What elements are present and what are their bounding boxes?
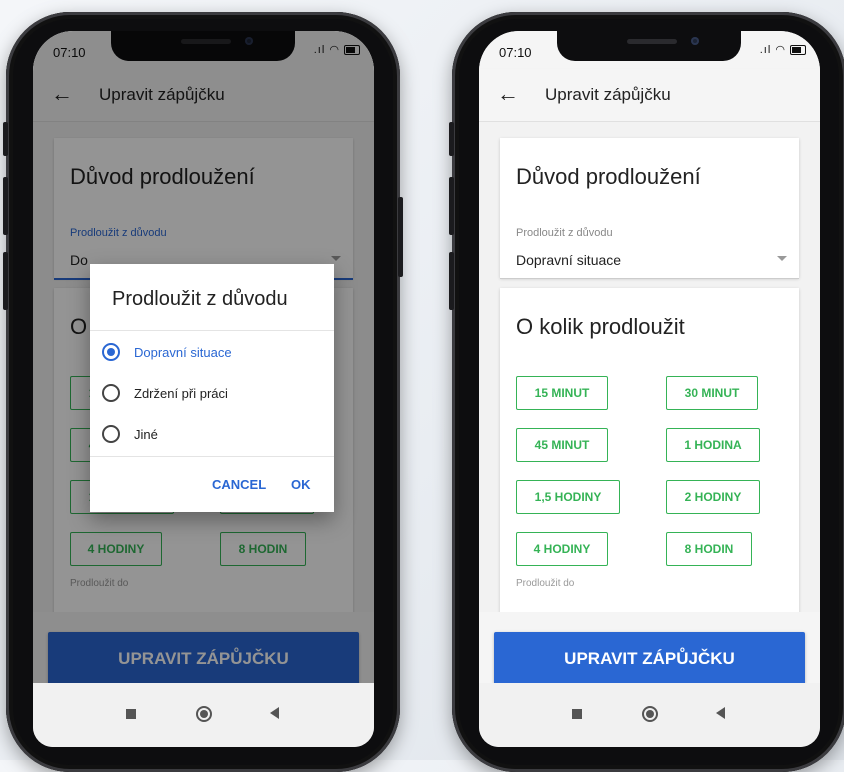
dropdown-arrow-icon[interactable] (777, 256, 787, 261)
status-time: 07:10 (499, 45, 532, 60)
recent-apps-icon[interactable] (126, 709, 136, 719)
phone-side-button (3, 177, 8, 235)
phone-power-button (398, 197, 403, 277)
option-8-hodin[interactable]: 8 HODIN (666, 532, 752, 566)
app-bar: ← Upravit zápůjčku (479, 69, 820, 122)
update-loan-button[interactable]: UPRAVIT ZÁPŮJČKU (494, 632, 805, 685)
notch (557, 31, 741, 61)
reason-field-value[interactable]: Dopravní situace (516, 252, 621, 268)
screen-right: 07:10 .ıl ◠ ← Upravit zápůjčku Důvod pro… (479, 31, 820, 747)
extend-below-label: Prodloužit do (516, 578, 575, 589)
option-1-5-hodiny[interactable]: 1,5 HODINY (516, 480, 620, 514)
dialog-divider (90, 330, 334, 331)
phone-right: 07:10 .ıl ◠ ← Upravit zápůjčku Důvod pro… (449, 12, 844, 772)
option-2-hodiny[interactable]: 2 HODINY (666, 480, 760, 514)
phone-side-button (3, 252, 8, 310)
dialog-title: Prodloužit z důvodu (112, 288, 288, 310)
bottom-action-bar: UPRAVIT ZÁPŮJČKU (479, 612, 820, 685)
dialog-option-row[interactable]: Jiné (102, 420, 158, 448)
wifi-icon: ◠ (775, 44, 786, 56)
radio-unselected-icon[interactable] (102, 384, 120, 402)
extend-card: O kolik prodloužit 15 MINUT 30 MINUT 45 … (500, 288, 799, 612)
phone-left: 07:10 .ıl ◠ ← Upravit zápůjčku Důvod pro… (3, 12, 403, 772)
phone-side-button (449, 177, 454, 235)
phone-side-button (449, 122, 454, 156)
dialog-option-row[interactable]: Dopravní situace (102, 338, 232, 366)
phone-side-button (449, 252, 454, 310)
reason-card-title: Důvod prodloužení (516, 164, 701, 189)
dialog-option-label: Zdržení při práci (134, 385, 228, 401)
recent-apps-icon[interactable] (572, 709, 582, 719)
dialog-ok-button[interactable]: OK (291, 477, 311, 492)
system-nav-bar (479, 683, 820, 747)
system-nav-bar (33, 683, 374, 747)
home-icon[interactable] (196, 706, 212, 722)
battery-icon (790, 45, 806, 56)
reason-dialog: Prodloužit z důvodu Dopravní situace Zdr… (90, 264, 334, 512)
screen-left: 07:10 .ıl ◠ ← Upravit zápůjčku Důvod pro… (33, 31, 374, 747)
radio-selected-icon[interactable] (102, 343, 120, 361)
phone-side-button (3, 122, 8, 156)
extend-card-title: O kolik prodloužit (516, 314, 685, 339)
dialog-cancel-button[interactable]: CANCEL (212, 477, 266, 492)
home-icon[interactable] (642, 706, 658, 722)
option-45-minut[interactable]: 45 MINUT (516, 428, 608, 462)
radio-unselected-icon[interactable] (102, 425, 120, 443)
reason-field-underline (500, 278, 799, 279)
speaker (627, 39, 677, 44)
dialog-option-label: Jiné (134, 426, 158, 442)
reason-card: Důvod prodloužení Prodloužit z důvodu Do… (500, 138, 799, 279)
option-30-minut[interactable]: 30 MINUT (666, 376, 758, 410)
nav-back-icon[interactable] (270, 707, 279, 719)
reason-field-label: Prodloužit z důvodu (516, 227, 613, 239)
camera (691, 37, 699, 45)
page-title: Upravit zápůjčku (545, 85, 671, 104)
option-15-minut[interactable]: 15 MINUT (516, 376, 608, 410)
option-1-hodina[interactable]: 1 HODINA (666, 428, 760, 462)
signal-icon: .ıl (759, 44, 772, 56)
dialog-option-label: Dopravní situace (134, 344, 232, 360)
back-arrow-icon[interactable]: ← (497, 81, 519, 107)
dialog-option-row[interactable]: Zdržení při práci (102, 379, 228, 407)
status-icons: .ıl ◠ (760, 43, 806, 56)
content-area: Důvod prodloužení Prodloužit z důvodu Do… (479, 122, 820, 612)
nav-back-icon[interactable] (716, 707, 725, 719)
dialog-divider (90, 456, 334, 457)
option-4-hodiny[interactable]: 4 HODINY (516, 532, 608, 566)
